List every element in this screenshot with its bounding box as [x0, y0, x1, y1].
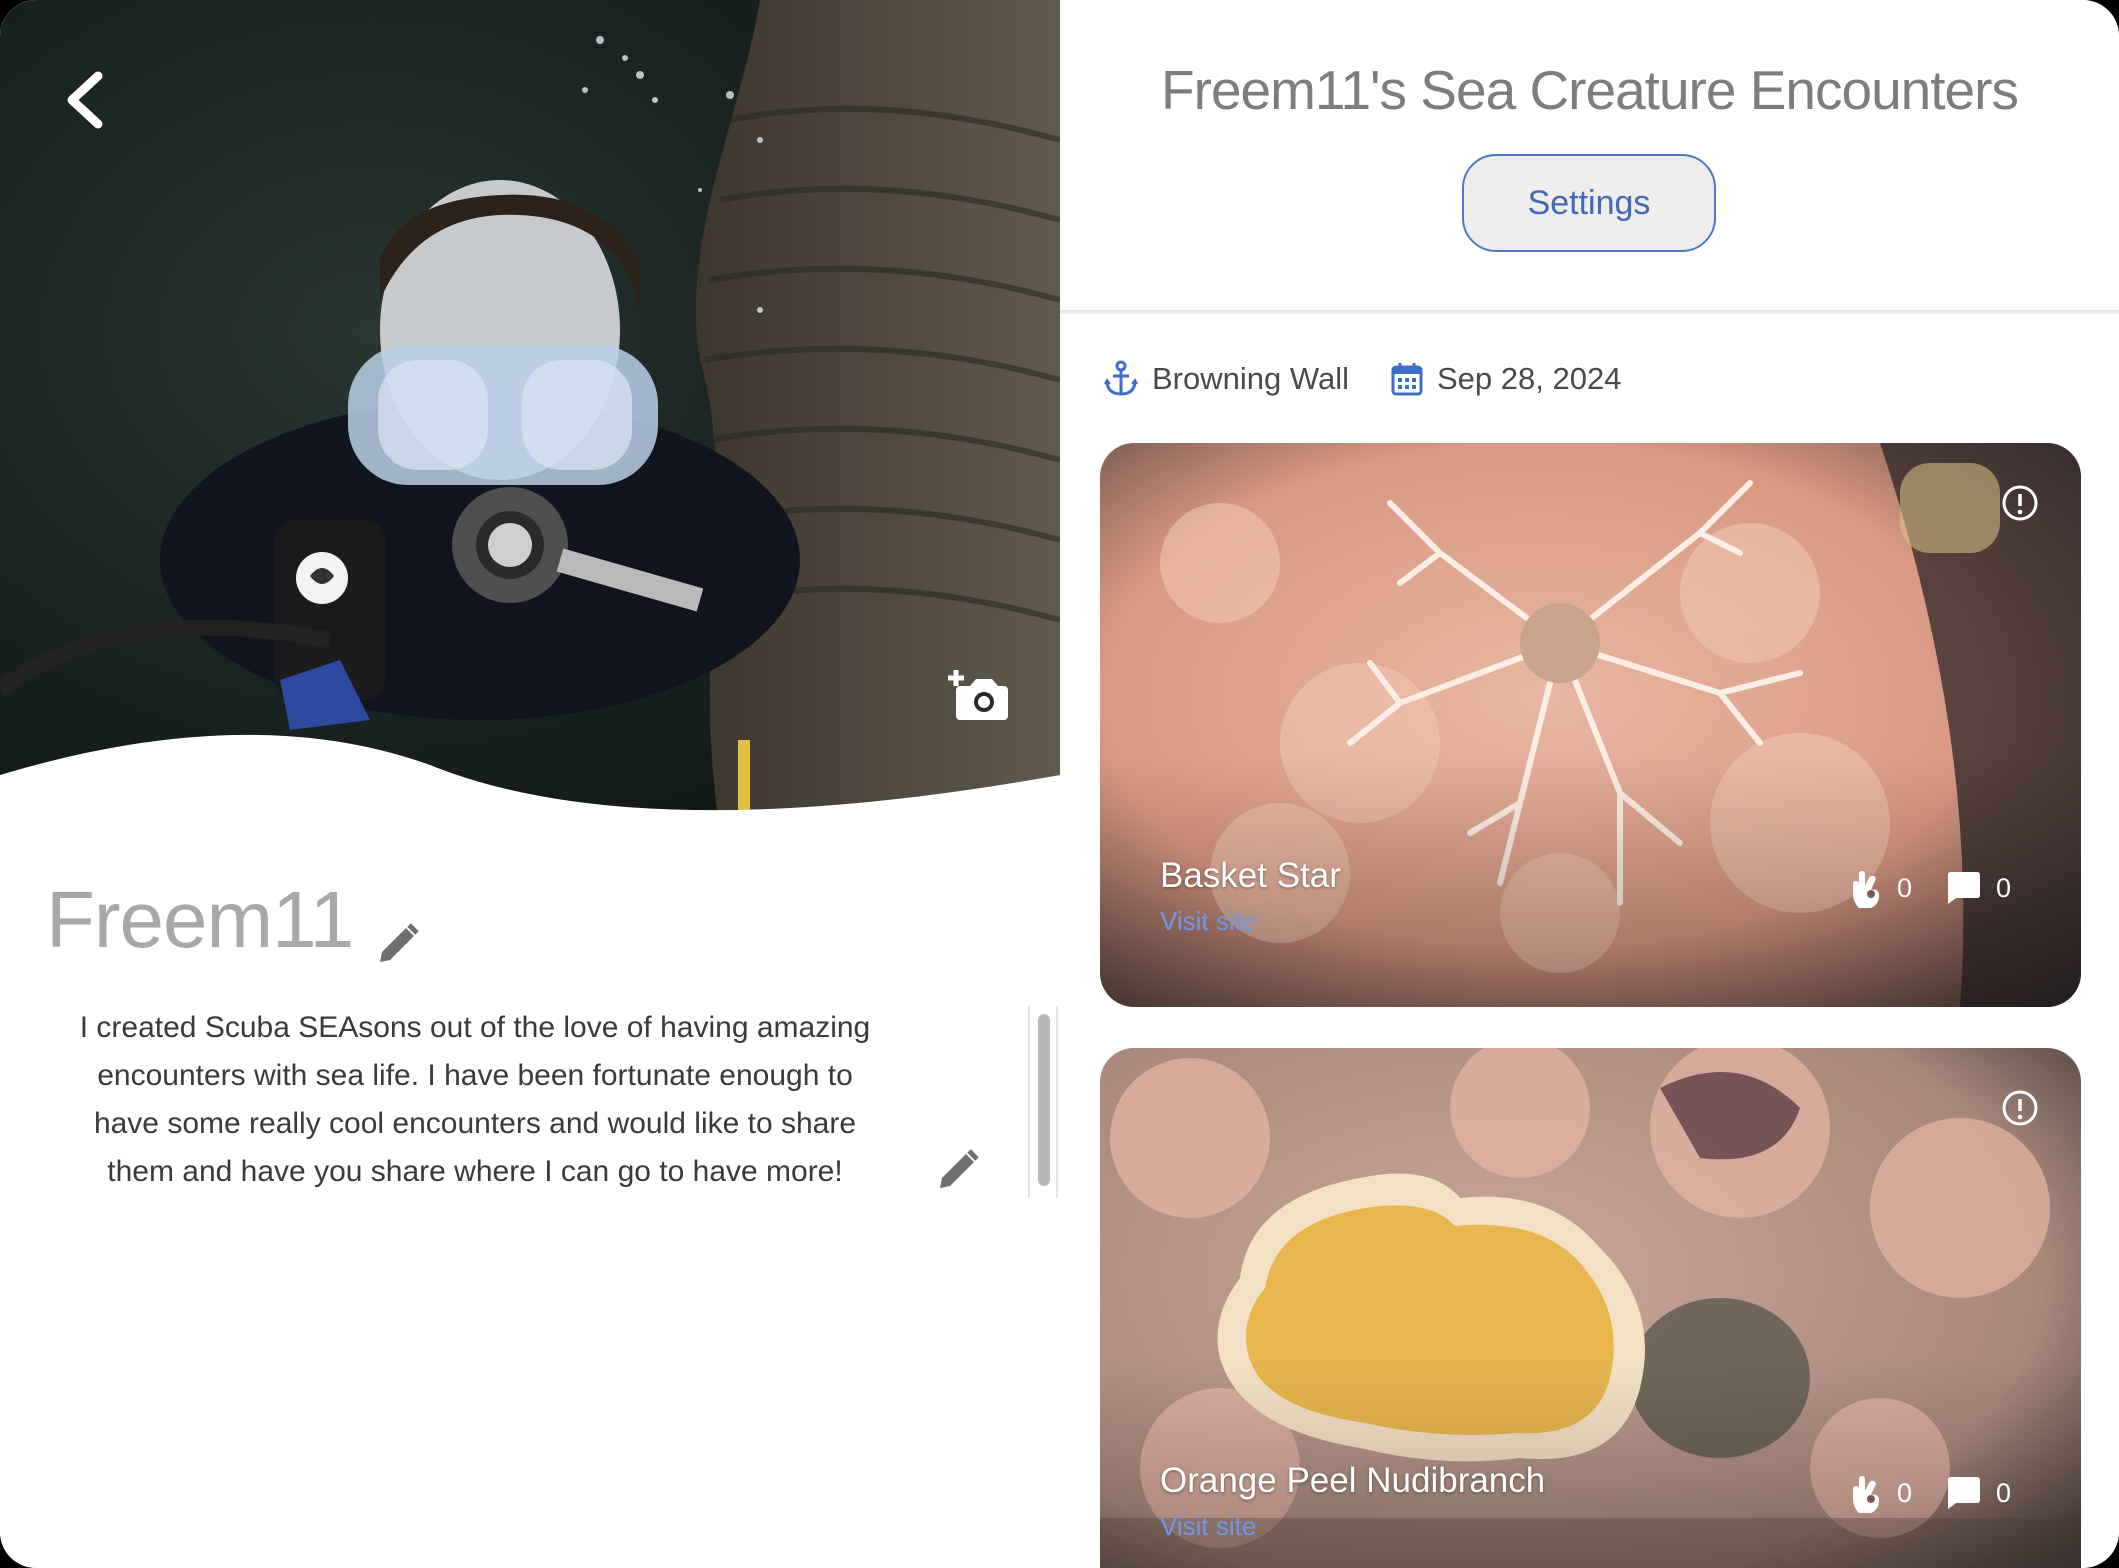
edit-username-button[interactable] — [374, 920, 422, 968]
dive-site-label: Browning Wall — [1152, 361, 1349, 396]
encounter-card[interactable]: Orange Peel Nudibranch Visit site 0 0 — [1100, 1048, 2081, 1568]
pencil-icon — [380, 923, 419, 962]
pencil-icon — [940, 1149, 979, 1188]
likes-count: 0 — [1896, 1477, 1912, 1508]
profile-username: Freem11 — [46, 875, 354, 964]
chevron-left-icon — [67, 71, 103, 129]
likes-button[interactable]: 0 — [1849, 866, 1912, 910]
comments-count: 0 — [1995, 1477, 2011, 1508]
dive-meta: Browning Wall Sep 28, 2024 — [1104, 356, 1663, 402]
dive-site[interactable]: Browning Wall — [1104, 360, 1349, 398]
comments-button[interactable]: 0 — [1946, 1476, 2011, 1510]
add-photo-icon — [948, 670, 1008, 720]
card-stats: 0 0 — [1815, 866, 2011, 910]
profile-cover-photo — [0, 0, 1060, 830]
likes-button[interactable]: 0 — [1849, 1471, 1912, 1515]
settings-button[interactable]: Settings — [1462, 154, 1716, 252]
comment-icon — [1947, 872, 1980, 904]
page-title: Freem11's Sea Creature Encounters — [1161, 59, 2019, 121]
calendar-icon — [1391, 363, 1423, 396]
change-photo-button[interactable] — [946, 668, 1008, 724]
bio-scrollbar[interactable] — [1028, 1006, 1058, 1198]
edit-bio-button[interactable] — [934, 1146, 982, 1194]
dive-date-label: Sep 28, 2024 — [1436, 361, 1622, 396]
creature-name: Basket Star — [1160, 856, 1341, 895]
comment-icon — [1947, 1477, 1980, 1509]
alert-circle-icon — [2002, 485, 2038, 521]
anchor-icon — [1104, 360, 1138, 396]
report-button[interactable] — [2000, 1088, 2040, 1128]
header-divider — [1060, 310, 2119, 314]
encounter-card[interactable]: Basket Star Visit site 0 0 — [1100, 443, 2081, 1007]
ok-hand-icon — [1852, 1476, 1879, 1513]
profile-bio: I created Scuba SEAsons out of the love … — [79, 1011, 871, 1188]
card-stats: 0 0 — [1815, 1471, 2011, 1515]
report-button[interactable] — [2000, 483, 2040, 523]
app-window: Freem11 I created Scuba SEAsons out of t… — [0, 0, 2119, 1568]
bio-scrollbar-thumb[interactable] — [1038, 1014, 1050, 1186]
visit-site-link[interactable]: Visit site — [1160, 906, 1256, 937]
comments-count: 0 — [1995, 872, 2011, 903]
encounters-pane: Freem11's Sea Creature Encounters Settin… — [1060, 0, 2119, 1568]
profile-pane: Freem11 I created Scuba SEAsons out of t… — [0, 0, 1060, 1568]
alert-circle-icon — [2002, 1090, 2038, 1126]
ok-hand-icon — [1852, 871, 1879, 908]
diver-photo — [0, 0, 1060, 830]
visit-site-link[interactable]: Visit site — [1160, 1511, 1256, 1542]
dive-date: Sep 28, 2024 — [1391, 361, 1621, 397]
comments-button[interactable]: 0 — [1946, 871, 2011, 905]
likes-count: 0 — [1896, 872, 1912, 903]
creature-name: Orange Peel Nudibranch — [1160, 1461, 1546, 1500]
back-button[interactable] — [52, 68, 116, 132]
